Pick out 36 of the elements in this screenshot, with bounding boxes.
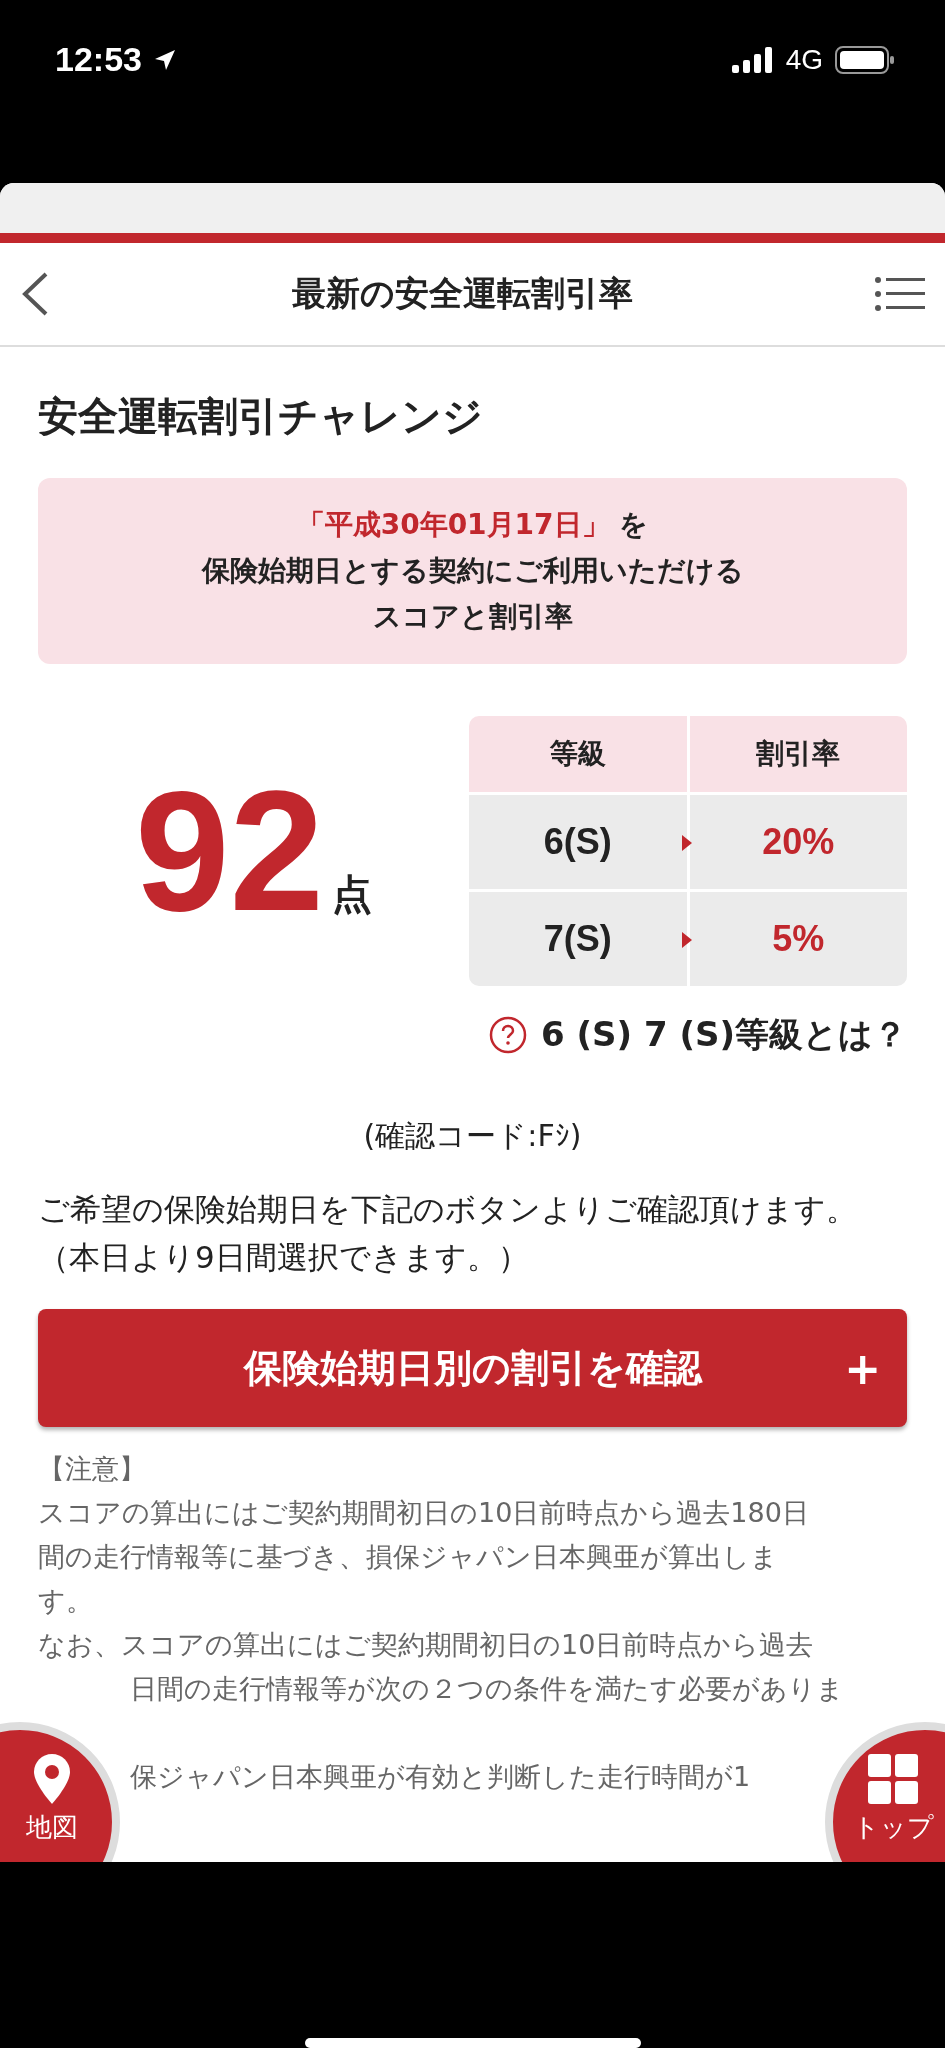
map-pin-icon [34, 1754, 70, 1804]
network-label: 4G [785, 43, 823, 76]
note-text: なお、スコアの算出にはご契約期間初日の10日前時点から過去 [38, 1628, 814, 1662]
triangle-icon [681, 931, 692, 948]
top-button[interactable]: トップ [825, 1722, 945, 1862]
score-value: 92 [134, 765, 325, 936]
grade-cell: 7(S) [469, 891, 687, 986]
signal-icon [731, 46, 774, 73]
section-title: 安全運転割引チャレンジ [38, 391, 484, 441]
plus-icon: + [844, 1342, 881, 1394]
confirmation-code: (確認コード:Fｼ) [363, 1116, 582, 1155]
column-header: 割引率 [689, 715, 907, 792]
description-text: ご希望の保険始期日を下記のボタンよりご確認頂けます。（本日より9日間選択できます。） [38, 1189, 858, 1277]
question-icon [489, 1015, 528, 1054]
note-text: す。 [38, 1584, 93, 1618]
notice-text: スコアと割引率 [372, 598, 573, 635]
battery-icon [835, 45, 895, 74]
note-text: 間の走行情報等に基づき、損保ジャパン日本興亜が算出しま [38, 1540, 778, 1574]
column-header: 等級 [469, 715, 687, 792]
notice-text: 「平成30年01月17日」 を [296, 506, 649, 543]
note-text: 【注意】 [38, 1452, 146, 1486]
location-arrow-icon [153, 48, 176, 71]
page-title: 最新の安全運転割引率 [292, 271, 633, 315]
back-icon[interactable] [20, 270, 50, 317]
check-discount-button[interactable]: 保険始期日別の割引を確認 + [38, 1309, 907, 1427]
status-time: 12:53 [55, 40, 142, 80]
note-text: スコアの算出にはご契約期間初日の10日前時点から過去180日 [38, 1496, 809, 1530]
map-button[interactable]: 地図 [0, 1722, 120, 1862]
menu-icon[interactable] [875, 275, 925, 312]
score-unit: 点 [332, 869, 373, 919]
grid-icon [868, 1754, 918, 1804]
note-text: 保ジャパン日本興亜が有効と判断した走行時間が1 [130, 1760, 751, 1794]
grade-cell: 6(S) [469, 794, 687, 889]
triangle-icon [681, 834, 692, 851]
notice-text: 保険始期日とする契約にご利用いただける [201, 552, 744, 589]
note-text: 日間の走行情報等が次の２つの条件を満たす必要がありま [130, 1672, 844, 1706]
